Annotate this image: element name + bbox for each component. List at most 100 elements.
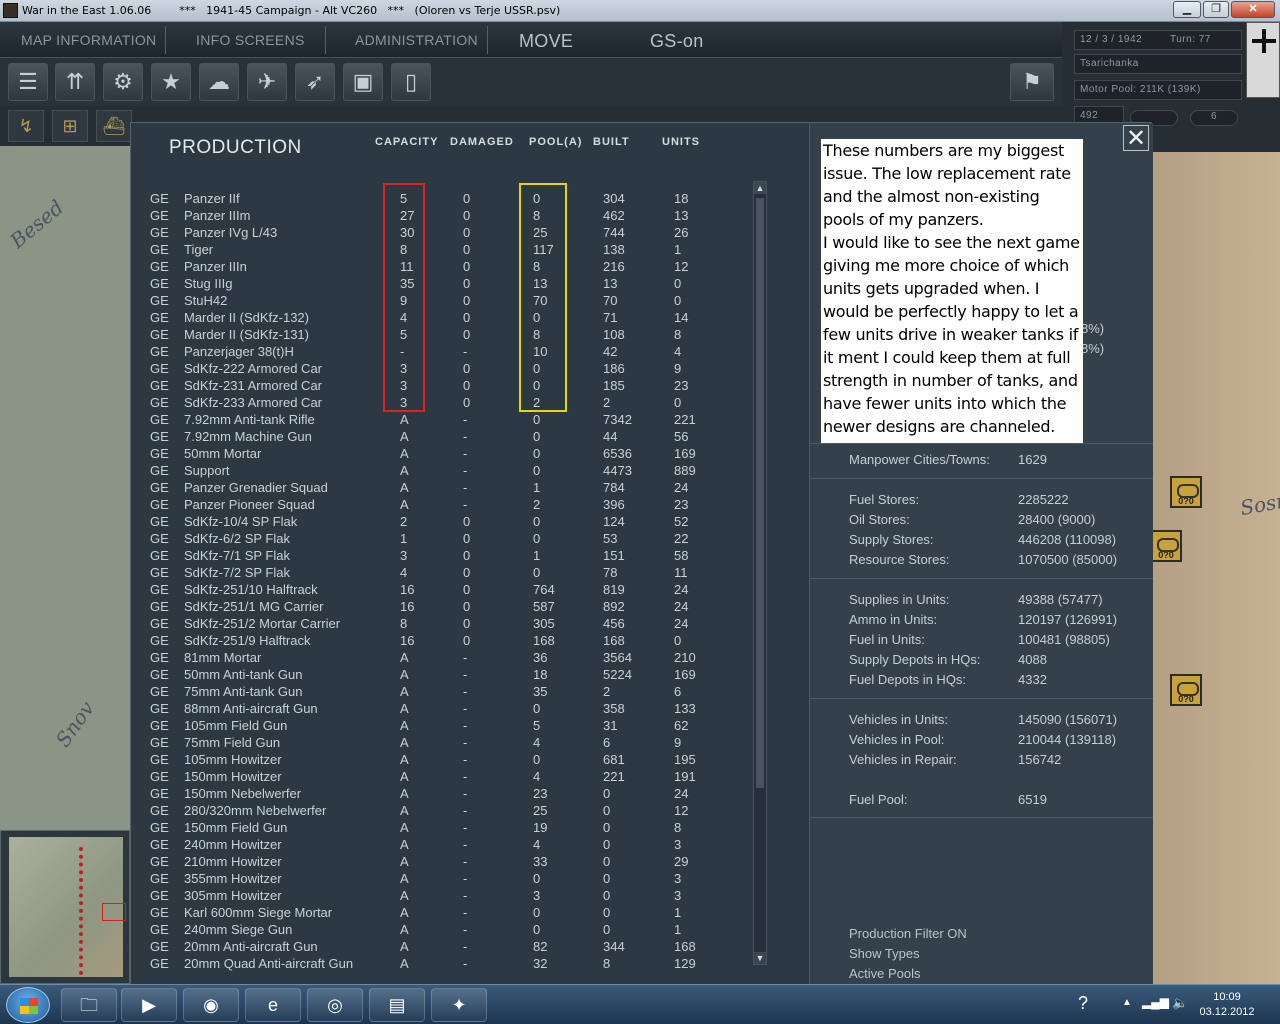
table-row[interactable]: GE SdKfz-231 Armored Car 3 0 0 185 23 [131,378,771,395]
table-row[interactable]: GE 81mm Mortar A - 36 3564 210 [131,650,771,667]
rail-mode-icon[interactable]: ⊞ [52,110,88,142]
table-row[interactable]: GE 210mm Howitzer A - 33 0 29 [131,854,771,871]
sticky-notes-icon[interactable]: ▤ [369,988,425,1022]
table-row[interactable]: GE SdKfz-222 Armored Car 3 0 0 186 9 [131,361,771,378]
start-button[interactable] [6,987,50,1023]
internet-explorer-icon[interactable]: e [245,988,301,1022]
table-row[interactable]: GE 280/320mm Nebelwerfer A - 25 0 12 [131,803,771,820]
help-alert-icon[interactable]: ? [1078,993,1088,1014]
show-types-link[interactable]: Show Types [849,946,920,961]
unit-counter[interactable]: 0?0 [1170,674,1202,706]
production-scrollbar[interactable]: ▲ ▼ [753,181,767,965]
network-icon[interactable]: ▂▄▆ [1142,995,1169,1009]
table-row[interactable]: GE 88mm Anti-aircraft Gun A - 0 358 133 [131,701,771,718]
table-row[interactable]: GE 105mm Howitzer A - 0 681 195 [131,752,771,769]
unit-counter[interactable]: 0?0 [1170,476,1202,508]
table-row[interactable]: GE 75mm Anti-tank Gun A - 35 2 6 [131,684,771,701]
table-row[interactable]: GE 150mm Nebelwerfer A - 23 0 24 [131,786,771,803]
show-hidden-icons-icon[interactable]: ▲ [1122,997,1132,1008]
table-row[interactable]: GE Stug IIIg 35 0 13 13 0 [131,276,771,293]
table-row[interactable]: GE Panzer IIIn 11 0 8 216 12 [131,259,771,276]
hp-icon[interactable]: ◉ [183,988,239,1022]
unit-list-icon[interactable]: ☰ [8,63,48,101]
table-row[interactable]: GE Support A - 0 4473 889 [131,463,771,480]
media-player-icon[interactable]: ▶ [121,988,177,1022]
minimap[interactable] [0,830,130,984]
table-row[interactable]: GE SdKfz-251/9 Halftrack 16 0 168 168 0 [131,633,771,650]
table-row[interactable]: GE Panzer Pioneer Squad A - 2 396 23 [131,497,771,514]
column-header-damaged[interactable]: DAMAGED [450,136,514,148]
war-in-the-east-icon[interactable]: ✦ [431,988,487,1022]
table-row[interactable]: GE Karl 600mm Siege Mortar A - 0 0 1 [131,905,771,922]
menu-info-screens[interactable]: INFO SCREENS [196,32,305,48]
table-row[interactable]: GE Panzer IVg L/43 30 0 25 744 26 [131,225,771,242]
minimap-viewport[interactable] [102,903,126,921]
naval-mode-icon[interactable]: ⛴ [96,110,132,142]
table-row[interactable]: GE 305mm Howitzer A - 3 0 3 [131,888,771,905]
table-row[interactable]: GE 20mm Anti-aircraft Gun A - 82 344 168 [131,939,771,956]
weather-icon[interactable]: ☁ [199,63,239,101]
column-header-built[interactable]: BUILT [593,136,630,148]
menu-gs-on[interactable]: GS-on [650,31,704,52]
table-row[interactable]: GE 20mm Quad Anti-aircraft Gun A - 32 8 129 [131,956,771,973]
table-row[interactable]: GE SdKfz-10/4 SP Flak 2 0 0 124 52 [131,514,771,531]
explorer-icon[interactable]: 🗀 [61,988,117,1022]
active-pools-link[interactable]: Active Pools [849,966,921,981]
table-row[interactable]: GE Panzerjager 38(t)H - -10 42 4 [131,344,771,361]
spotify-icon[interactable]: ◎ [307,988,363,1022]
star-icon[interactable]: ★ [151,63,191,101]
table-row[interactable]: GE 355mm Howitzer A - 0 0 3 [131,871,771,888]
unit-counter[interactable]: 0?0 [1150,530,1182,562]
table-row[interactable]: GE SdKfz-6/2 SP Flak 1 0 0 53 22 [131,531,771,548]
train-icon[interactable]: ▣ [343,63,383,101]
table-row[interactable]: GE Tiger 8 0 117 138 1 [131,242,771,259]
table-row[interactable]: GE 50mm Anti-tank Gun A - 18 5224 169 [131,667,771,684]
scroll-thumb[interactable] [756,198,764,788]
table-row[interactable]: GE 240mm Howitzer A - 4 0 3 [131,837,771,854]
table-row[interactable]: GE 105mm Field Gun A - 5 31 62 [131,718,771,735]
table-row[interactable]: GE SdKfz-233 Armored Car 3 0 2 2 0 [131,395,771,412]
menu-map-information[interactable]: MAP INFORMATION [21,32,156,48]
column-header-pool[interactable]: POOL(A) [529,136,582,148]
table-row[interactable]: GE Marder II (SdKfz-131) 5 0 8 108 8 [131,327,771,344]
table-row[interactable]: GE 150mm Howitzer A - 4 221 191 [131,769,771,786]
map-right-region[interactable] [1150,152,1280,984]
table-row[interactable]: GE SdKfz-7/1 SP Flak 3 0 1 151 58 [131,548,771,565]
cell-cap: 2 [400,514,408,529]
air-icon[interactable]: ✈ [247,63,287,101]
table-row[interactable]: GE Panzer IIIm 27 0 8 462 13 [131,208,771,225]
taskbar-clock[interactable]: 10:09 03.12.2012 [1185,990,1269,1020]
table-row[interactable]: GE Marder II (SdKfz-132) 4 0 0 71 14 [131,310,771,327]
close-dialog-button[interactable]: ✕ [1123,125,1149,151]
maximize-button[interactable]: ❐ [1203,1,1229,18]
formation-icon[interactable]: ⇈ [55,63,95,101]
minimize-button[interactable]: ▁ [1173,1,1201,18]
scroll-up-arrow-icon[interactable]: ▲ [754,182,766,194]
gear-icon[interactable]: ⚙ [103,63,143,101]
table-row[interactable]: GE 50mm Mortar A - 0 6536 169 [131,446,771,463]
table-row[interactable]: GE 7.92mm Machine Gun A - 0 44 56 [131,429,771,446]
menu-administration[interactable]: ADMINISTRATION [355,32,478,48]
table-row[interactable]: GE Panzer IIf 5 0 0 304 18 [131,191,771,208]
table-row[interactable]: GE SdKfz-251/1 MG Carrier 16 0 587 892 24 [131,599,771,616]
table-row[interactable]: GE Panzer Grenadier Squad A - 1 784 24 [131,480,771,497]
column-header-capacity[interactable]: CAPACITY [375,136,438,148]
menu-move[interactable]: MOVE [519,31,573,52]
table-row[interactable]: GE SdKfz-251/2 Mortar Carrier 8 0 305 456 24 [131,616,771,633]
close-window-button[interactable]: ✕ [1231,1,1275,18]
column-header-units[interactable]: UNITS [662,136,700,148]
table-row[interactable]: GE 240mm Siege Gun A - 0 0 1 [131,922,771,939]
production-filter-link[interactable]: Production Filter ON [849,926,967,941]
table-row[interactable]: GE 7.92mm Anti-tank Rifle A - 0 7342 221 [131,412,771,429]
rocket-icon[interactable]: ➶ [295,63,335,101]
document-icon[interactable]: ▯ [391,63,431,101]
table-row[interactable]: GE SdKfz-7/2 SP Flak 4 0 0 78 11 [131,565,771,582]
table-row[interactable]: GE StuH42 9 0 70 70 0 [131,293,771,310]
flag-icon[interactable]: ⚑ [1010,63,1054,101]
step-pill[interactable]: 6 [1190,110,1238,126]
scroll-down-arrow-icon[interactable]: ▼ [754,952,766,964]
move-mode-icon[interactable]: ↯ [8,110,44,142]
table-row[interactable]: GE 75mm Field Gun A - 4 6 9 [131,735,771,752]
table-row[interactable]: GE 150mm Field Gun A - 19 0 8 [131,820,771,837]
table-row[interactable]: GE SdKfz-251/10 Halftrack 16 0 764 819 24 [131,582,771,599]
